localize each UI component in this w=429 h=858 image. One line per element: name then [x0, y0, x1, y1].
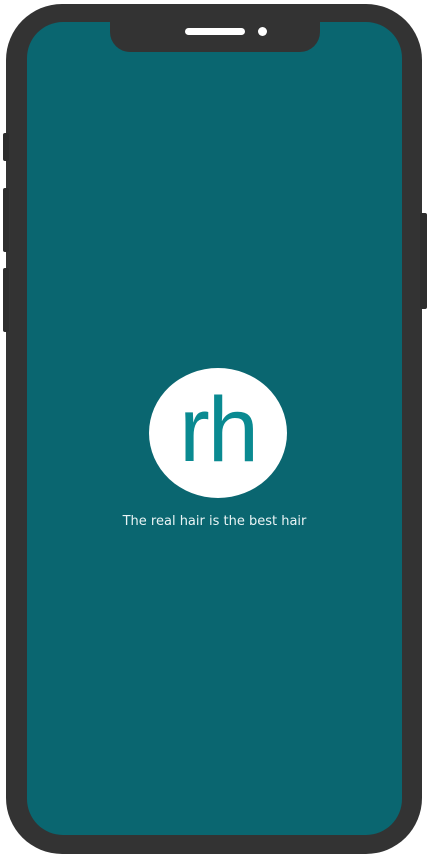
speaker-icon [185, 28, 245, 35]
camera-icon [258, 27, 267, 36]
tagline: The real hair is the best hair [122, 514, 307, 529]
rh-logo-icon: rh [149, 368, 287, 498]
power-button [420, 213, 427, 309]
logo-text: rh [179, 379, 259, 481]
notch [110, 22, 320, 52]
splash-screen: rh The real hair is the best hair [27, 22, 402, 835]
volume-down-button [3, 268, 9, 332]
volume-up-button [3, 188, 9, 252]
silent-switch [3, 133, 9, 161]
